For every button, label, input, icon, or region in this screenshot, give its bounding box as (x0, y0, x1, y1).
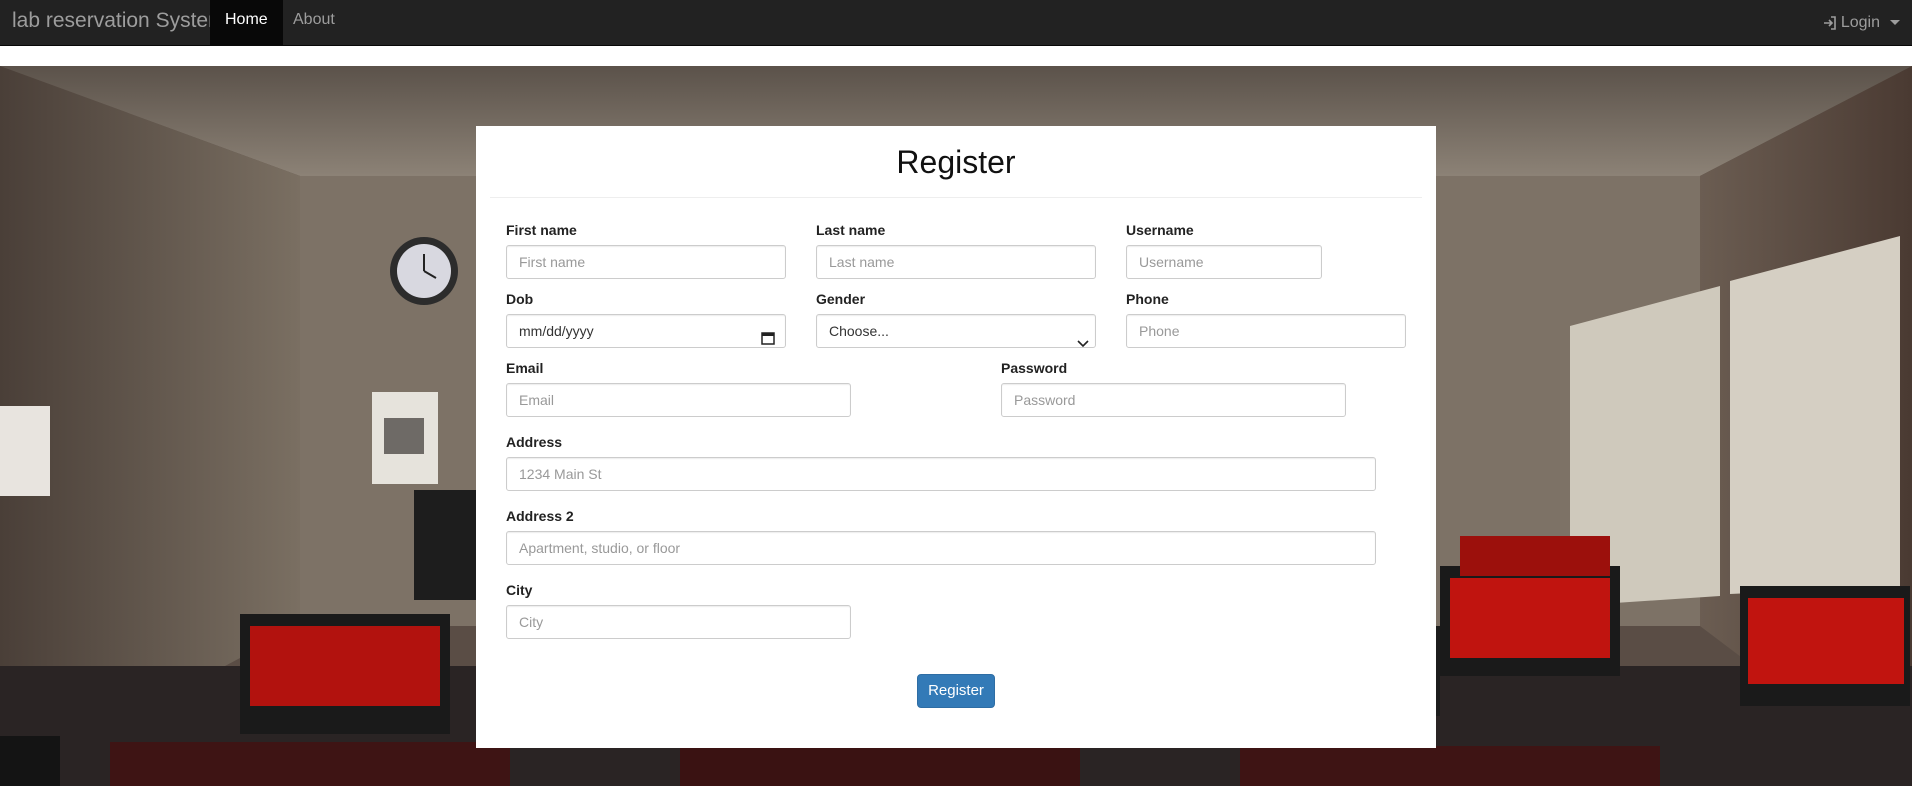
sign-in-icon (1823, 15, 1837, 30)
username-input[interactable]: Username (1126, 245, 1322, 279)
dob-value: mm/dd/yyyy (519, 323, 594, 339)
register-button[interactable]: Register (917, 674, 995, 708)
city-input[interactable]: City (506, 605, 851, 639)
register-card: Register First name First name Last name… (476, 126, 1436, 748)
address2-label: Address 2 (506, 508, 574, 524)
email-input[interactable]: Email (506, 383, 851, 417)
login-dropdown[interactable]: Login (1823, 0, 1900, 45)
page-title: Register (896, 144, 1016, 180)
city-label: City (506, 582, 533, 598)
password-label: Password (1001, 360, 1068, 376)
phone-label: Phone (1126, 291, 1169, 307)
last-name-label: Last name (816, 222, 886, 238)
calendar-icon[interactable] (761, 324, 775, 356)
chevron-down-icon (1077, 327, 1089, 359)
caret-down-icon (1890, 20, 1900, 25)
gender-label: Gender (816, 291, 866, 307)
email-label: Email (506, 360, 544, 376)
login-label: Login (1840, 13, 1880, 31)
first-name-label: First name (506, 222, 577, 238)
username-label: Username (1126, 222, 1194, 238)
dob-label: Dob (506, 291, 534, 307)
nav-home[interactable]: Home (210, 0, 283, 45)
nav-about[interactable]: About (278, 0, 350, 45)
password-input[interactable]: Password (1001, 383, 1346, 417)
address-label: Address (506, 434, 563, 450)
phone-input[interactable]: Phone (1126, 314, 1406, 348)
address2-input[interactable]: Apartment, studio, or floor (506, 531, 1376, 565)
top-navbar: lab reservation System Home About Login (0, 0, 1912, 46)
title-divider (490, 197, 1422, 198)
dob-date-input[interactable]: mm/dd/yyyy (506, 314, 786, 348)
first-name-input[interactable]: First name (506, 245, 786, 279)
last-name-input[interactable]: Last name (816, 245, 1096, 279)
brand-link[interactable]: lab reservation System (12, 0, 226, 46)
gender-selected-value: Choose... (829, 323, 889, 339)
address-input[interactable]: 1234 Main St (506, 457, 1376, 491)
gender-select[interactable]: Choose... (816, 314, 1096, 348)
